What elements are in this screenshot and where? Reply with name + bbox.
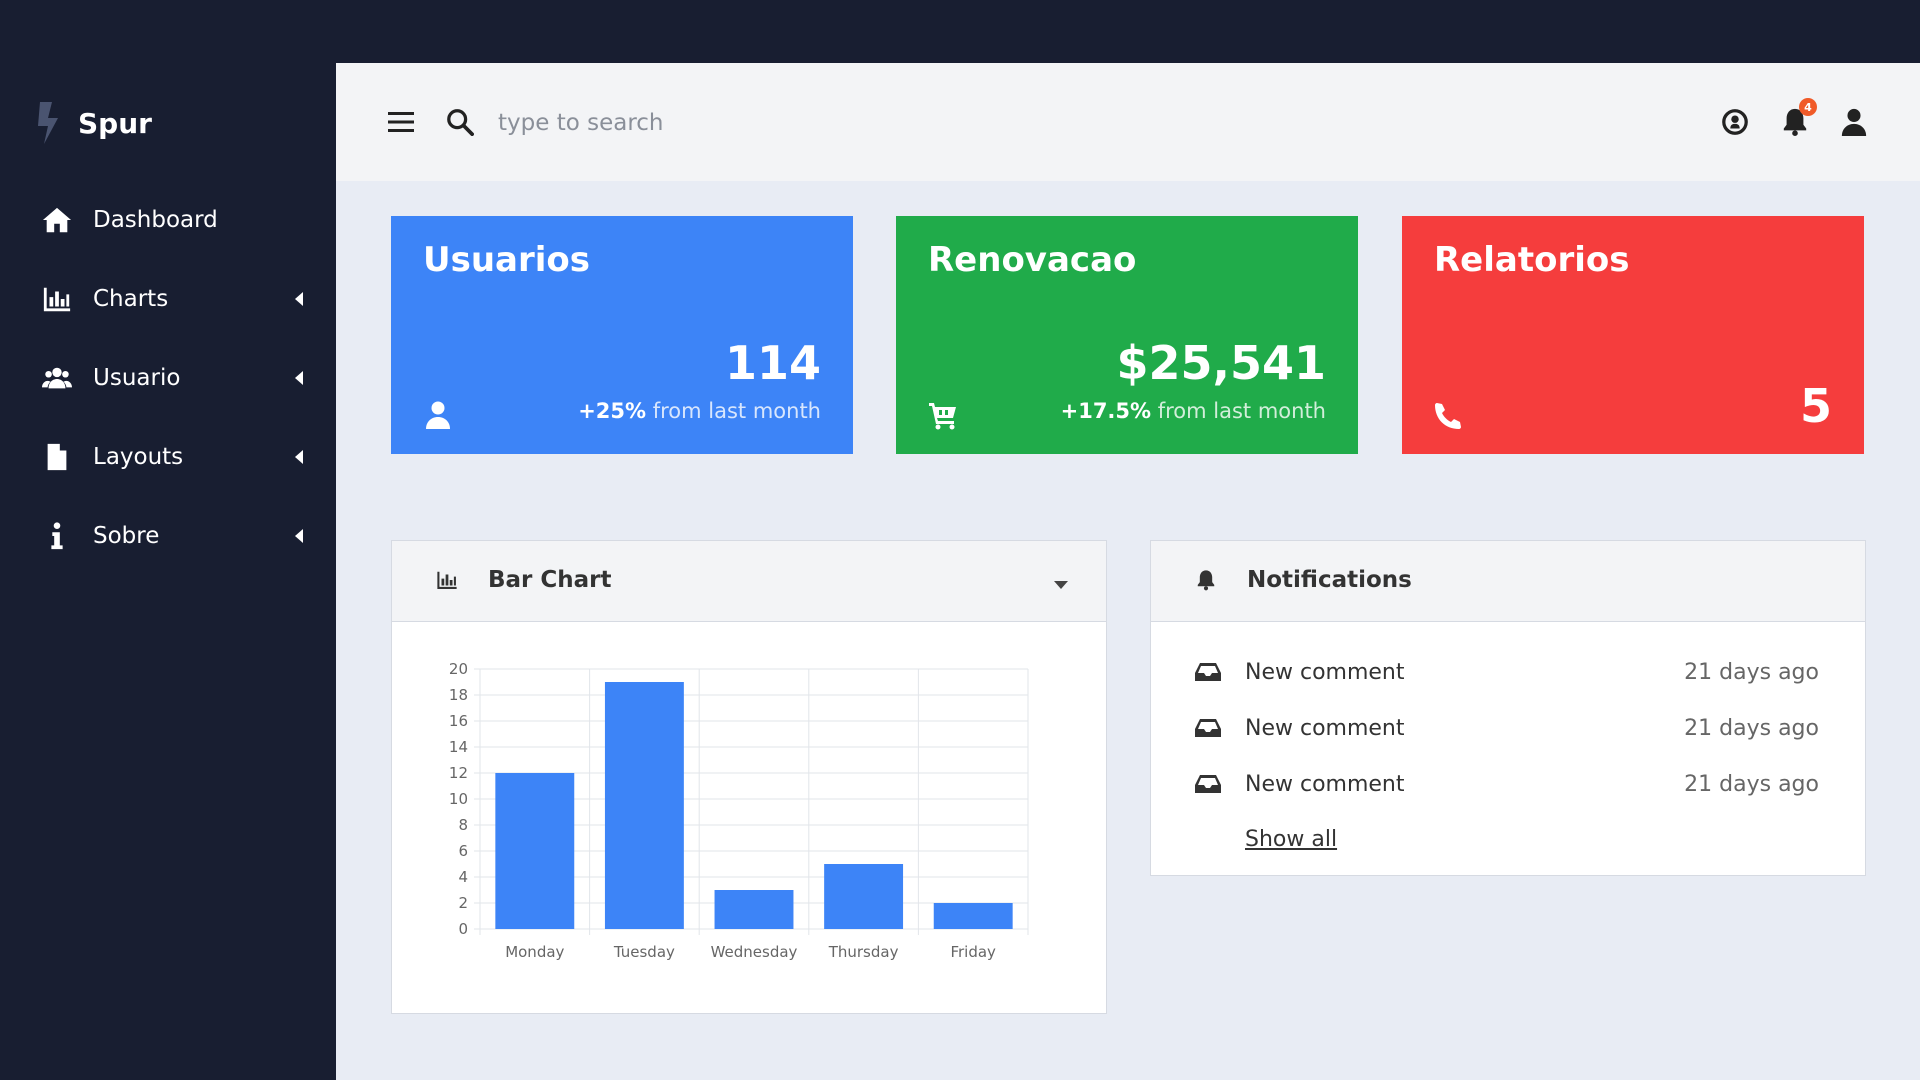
cart-icon [928, 400, 960, 432]
sidebar-item-label: Sobre [93, 523, 160, 549]
x-tick-label: Wednesday [711, 943, 798, 961]
caret-left-icon [294, 370, 306, 386]
bar-chart-panel: Bar Chart 0 2 4 6 8 10 12 14 16 18 20 Monday Tuesda… [391, 540, 1107, 1014]
y-tick-label: 16 [449, 712, 468, 730]
card-value: 5 [1799, 379, 1832, 433]
github-icon[interactable] [1720, 107, 1750, 137]
notifications-panel: Notifications New comment 21 days ago Ne… [1150, 540, 1866, 876]
panel-title: Notifications [1247, 567, 1412, 593]
brand-name: Spur [78, 106, 152, 140]
inbox-icon [1195, 774, 1223, 796]
y-tick-label: 10 [449, 790, 468, 808]
inbox-icon [1195, 662, 1223, 684]
notification-text: New comment [1245, 660, 1405, 685]
show-all-link[interactable]: Show all [1245, 827, 1337, 852]
hamburger-menu-icon[interactable] [388, 109, 414, 135]
y-tick-label: 6 [458, 842, 468, 860]
card-change-pct: +17.5% [1060, 399, 1152, 423]
card-change-suffix: from last month [1151, 399, 1326, 423]
topbar: 4 [336, 63, 1920, 181]
notification-time: 21 days ago [1684, 772, 1819, 797]
main-content: 4 Usuarios 114 +25% from last month Reno… [336, 63, 1920, 1080]
card-value: $25,541 [1116, 336, 1326, 390]
chart-icon [40, 282, 74, 316]
sidebar-item-label: Usuario [93, 365, 181, 391]
sidebar: Spur Dashboard Charts Usuario Layouts So… [0, 0, 336, 1080]
sidebar-item-dashboard[interactable]: Dashboard [0, 190, 336, 250]
notification-text: New comment [1245, 716, 1405, 741]
y-tick-label: 14 [449, 738, 468, 756]
x-tick-label: Tuesday [613, 943, 675, 961]
stat-card-renovacao[interactable]: Renovacao $25,541 +17.5% from last month [896, 216, 1358, 454]
sidebar-item-label: Dashboard [93, 207, 218, 233]
bar[interactable] [495, 773, 575, 929]
sidebar-item-usuario[interactable]: Usuario [0, 348, 336, 408]
panel-header: Notifications [1151, 541, 1865, 622]
card-value: 114 [724, 336, 821, 390]
users-icon [40, 361, 74, 395]
y-tick-label: 0 [458, 920, 468, 938]
info-icon [40, 519, 74, 553]
bar-chart: 0 2 4 6 8 10 12 14 16 18 20 Monday Tuesday Wednesday… [449, 660, 1029, 961]
brand[interactable]: Spur [36, 101, 152, 145]
bolt-logo-icon [38, 102, 58, 144]
search-input[interactable] [496, 101, 1000, 145]
sidebar-item-label: Charts [93, 286, 169, 312]
sidebar-item-sobre[interactable]: Sobre [0, 506, 336, 566]
sidebar-item-charts[interactable]: Charts [0, 269, 336, 329]
notification-count-badge: 4 [1799, 98, 1817, 116]
panel-title: Bar Chart [488, 567, 612, 593]
card-title: Relatorios [1434, 240, 1630, 280]
phone-icon [1434, 400, 1466, 432]
bar[interactable] [824, 864, 904, 929]
card-change-pct: +25% [578, 399, 647, 423]
bell-icon [1195, 569, 1219, 593]
y-tick-label: 2 [458, 894, 468, 912]
y-tick-label: 4 [458, 868, 468, 886]
notification-item[interactable]: New comment 21 days ago [1151, 766, 1863, 806]
inbox-icon [1195, 718, 1223, 740]
stat-card-usuarios[interactable]: Usuarios 114 +25% from last month [391, 216, 853, 454]
card-title: Renovacao [928, 240, 1137, 280]
notification-item[interactable]: New comment 21 days ago [1151, 710, 1863, 750]
x-tick-label: Thursday [828, 943, 899, 961]
card-title: Usuarios [423, 240, 591, 280]
caret-left-icon [294, 449, 306, 465]
chart-icon [436, 569, 460, 593]
user-icon [423, 400, 455, 432]
home-icon [40, 203, 74, 237]
y-tick-label: 20 [449, 660, 468, 678]
notification-time: 21 days ago [1684, 660, 1819, 685]
search-icon[interactable] [445, 107, 475, 137]
panel-header: Bar Chart [392, 541, 1106, 622]
stat-card-relatorios[interactable]: Relatorios 5 [1402, 216, 1864, 454]
card-change-text: +25% from last month [578, 399, 821, 423]
chevron-down-icon[interactable] [1054, 575, 1070, 589]
bar[interactable] [604, 682, 684, 929]
x-tick-label: Monday [505, 943, 564, 961]
bar[interactable] [933, 903, 1013, 929]
y-tick-label: 12 [449, 764, 468, 782]
notification-text: New comment [1245, 772, 1405, 797]
notification-time: 21 days ago [1684, 716, 1819, 741]
card-change-suffix: from last month [646, 399, 821, 423]
caret-left-icon [294, 528, 306, 544]
y-tick-label: 8 [458, 816, 468, 834]
y-tick-label: 18 [449, 686, 468, 704]
x-tick-label: Friday [950, 943, 996, 961]
card-change-text: +17.5% from last month [1061, 399, 1326, 423]
notification-item[interactable]: New comment 21 days ago [1151, 654, 1863, 694]
file-icon [40, 440, 74, 474]
bar[interactable] [714, 890, 794, 929]
user-profile-icon[interactable] [1839, 106, 1869, 138]
sidebar-item-label: Layouts [93, 444, 184, 470]
sidebar-item-layouts[interactable]: Layouts [0, 427, 336, 487]
caret-left-icon [294, 291, 306, 307]
